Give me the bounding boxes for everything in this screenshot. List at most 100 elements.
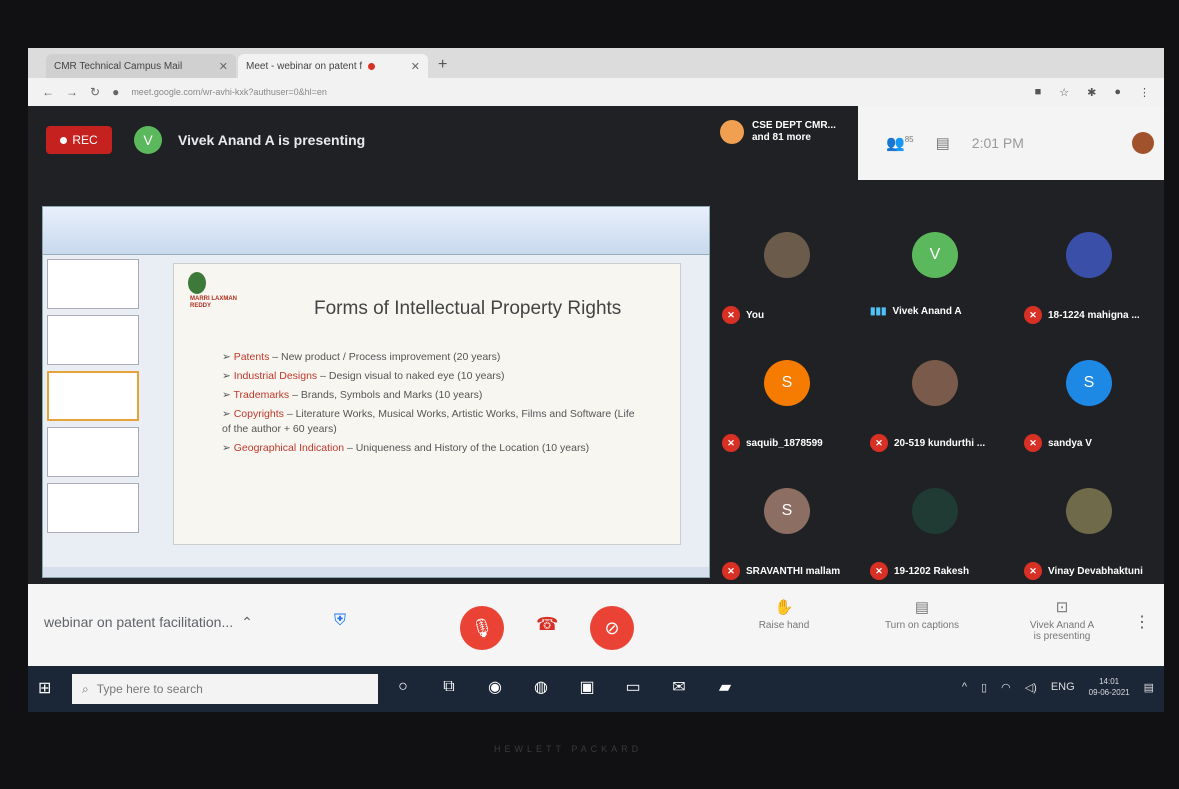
participant-tile[interactable]: S ✕ sandya V (1020, 354, 1156, 472)
meeting-time: 2:01 PM (971, 135, 1024, 151)
record-icon (60, 136, 68, 144)
participant-tile[interactable]: V ▮▮▮ Vivek Anand A (866, 226, 1002, 344)
tab-cmr-mail[interactable]: CMR Technical Campus Mail ✕ (46, 54, 236, 78)
laptop-brand-label: HEWLETT PACKARD (494, 744, 643, 754)
participant-tile[interactable]: ✕ 18-1224 mahigna ... (1020, 226, 1156, 344)
bullet-item: ➢ Patents – New product / Process improv… (222, 351, 501, 363)
battery-icon[interactable]: ▯ (981, 681, 987, 694)
participant-avatar (1066, 488, 1112, 534)
camera-toggle-button[interactable]: ⊘ (590, 606, 634, 650)
task-view-icon[interactable]: ⧉ (436, 674, 462, 700)
taskbar-apps: ○ ⧉ ◉ ◍ ▣ ▭ ✉ ▰ (390, 674, 738, 700)
participant-avatar: S (1066, 360, 1112, 406)
mic-muted-icon: ✕ (722, 434, 740, 452)
tab-meet[interactable]: Meet - webinar on patent f ✕ (238, 54, 428, 78)
wifi-icon[interactable]: ◠ (1001, 681, 1011, 694)
slide-thumbnail (47, 427, 139, 477)
browser-tab-strip: CMR Technical Campus Mail ✕ Meet - webin… (28, 48, 1164, 78)
search-icon: ⌕ (82, 681, 89, 696)
mic-toggle-button[interactable]: 🎙 (460, 606, 504, 650)
participant-tile[interactable]: S ✕ SRAVANTHI mallam (718, 482, 854, 600)
mic-muted-icon: ✕ (870, 434, 888, 452)
chat-icon[interactable]: ▤ (936, 134, 950, 152)
participant-name: 19-1202 Rakesh (894, 565, 970, 577)
chrome-icon[interactable]: ◍ (528, 674, 554, 700)
org-logo (720, 120, 744, 144)
windows-start-icon[interactable]: ⊞ (38, 678, 51, 698)
raise-hand-label: Raise hand (758, 620, 810, 631)
system-tray: ^ ▯ ◠ ◁) ENG 14:01 09-06-2021 ▤ (962, 676, 1154, 698)
clock-date: 09-06-2021 (1088, 688, 1130, 697)
back-icon[interactable]: ← (42, 85, 54, 99)
bullet-item: ➢ Geographical Indication – Uniqueness a… (222, 442, 590, 454)
reload-icon[interactable]: ↻ (90, 85, 100, 99)
slide-thumbnails (47, 259, 143, 571)
store-icon[interactable]: ▣ (574, 674, 600, 700)
mic-muted-icon: ✕ (870, 562, 888, 580)
meeting-details-button[interactable]: webinar on patent facilitation... ⌃ (44, 614, 253, 631)
close-icon[interactable]: ✕ (411, 60, 420, 73)
powerpoint-status-bar (43, 567, 709, 577)
rec-label: REC (72, 133, 98, 147)
star-icon[interactable]: ☆ (1059, 86, 1069, 99)
meeting-controls-bar: webinar on patent facilitation... ⌃ ⛨ 🎙 ☎… (28, 584, 1164, 666)
forward-icon[interactable]: → (66, 85, 78, 99)
mail-icon[interactable]: ✉ (666, 674, 692, 700)
participant-tile[interactable]: ✕ 20-519 kundurthi ... (866, 354, 1002, 472)
slide-title: Forms of Intellectual Property Rights (314, 298, 622, 319)
lock-icon: ● (112, 85, 120, 99)
org-more-count: and 81 more (752, 132, 811, 143)
participant-avatar (1066, 232, 1112, 278)
close-icon[interactable]: ✕ (219, 60, 228, 73)
tab-title: Meet - webinar on patent f (246, 60, 363, 72)
clock-time: 14:01 (1099, 677, 1120, 686)
menu-icon[interactable]: ⋮ (1139, 86, 1150, 99)
participant-name: You (746, 309, 765, 321)
participant-tile[interactable]: S ✕ saquib_1878599 (718, 354, 854, 472)
presenting-button[interactable]: ⊡ Vivek Anand A is presenting (1012, 598, 1112, 642)
shared-screen: MARRI LAXMAN REDDY Forms of Intellectual… (42, 206, 710, 578)
slide-thumbnail (47, 483, 139, 533)
notifications-icon[interactable]: ▤ (1144, 681, 1154, 694)
cortana-icon[interactable]: ○ (390, 674, 416, 700)
browser-toolbar-icons: ■ ☆ ✱ ● ⋮ (1035, 86, 1150, 99)
file-explorer-icon[interactable]: ▭ (620, 674, 646, 700)
participant-name: 20-519 kundurthi ... (894, 437, 986, 449)
shield-icon[interactable]: ⛨ (334, 612, 354, 634)
extensions-icon[interactable]: ✱ (1087, 86, 1096, 99)
powerpoint-icon[interactable]: ▰ (712, 674, 738, 700)
windows-taskbar: ⊞ ⌕ Type here to search ○ ⧉ ◉ ◍ ▣ ▭ ✉ ▰ … (28, 666, 1164, 712)
chevron-up-icon[interactable]: ^ (962, 681, 967, 693)
volume-icon[interactable]: ◁) (1025, 681, 1037, 694)
bullet-item: ➢ Trademarks – Brands, Symbols and Marks… (222, 389, 483, 401)
taskbar-search-box[interactable]: ⌕ Type here to search (72, 674, 378, 704)
url-field[interactable]: meet.google.com/wr-avhi-kxk?authuser=0&h… (131, 87, 327, 97)
participant-name: sandya V (1048, 437, 1092, 449)
leave-call-button[interactable]: ☎ (536, 614, 558, 635)
more-options-icon[interactable]: ⋮ (1134, 612, 1150, 632)
camera-icon[interactable]: ■ (1035, 86, 1042, 99)
presenter-avatar: V (134, 126, 162, 154)
recording-dot-icon (368, 62, 376, 70)
mic-muted-icon: ✕ (722, 562, 740, 580)
organization-info: CSE DEPT CMR... and 81 more (720, 120, 836, 144)
captions-button[interactable]: ▤ Turn on captions (872, 598, 972, 631)
edge-icon[interactable]: ◉ (482, 674, 508, 700)
meet-top-bar: REC V Vivek Anand A is presenting CSE DE… (28, 106, 1164, 180)
participant-avatar (912, 488, 958, 534)
language-indicator[interactable]: ENG (1051, 681, 1075, 693)
participant-tile[interactable]: ✕ 19-1202 Rakesh (866, 482, 1002, 600)
org-name: CSE DEPT CMR... (752, 120, 836, 131)
participant-avatar (764, 232, 810, 278)
mic-muted-icon: ✕ (1024, 306, 1042, 324)
participant-tile[interactable]: ✕ Vinay Devabhaktuni (1020, 482, 1156, 600)
profile-icon[interactable]: ● (1114, 86, 1121, 99)
raise-hand-button[interactable]: ✋ Raise hand (734, 598, 834, 631)
taskbar-clock[interactable]: 14:01 09-06-2021 (1089, 676, 1130, 698)
participant-tile[interactable]: ✕ You (718, 226, 854, 344)
speaking-indicator-icon: ▮▮▮ (870, 306, 887, 317)
logo-emblem (188, 272, 206, 294)
new-tab-button[interactable]: + (438, 56, 447, 78)
captions-icon: ▤ (914, 599, 930, 616)
people-icon[interactable]: 👥85 (886, 134, 914, 152)
